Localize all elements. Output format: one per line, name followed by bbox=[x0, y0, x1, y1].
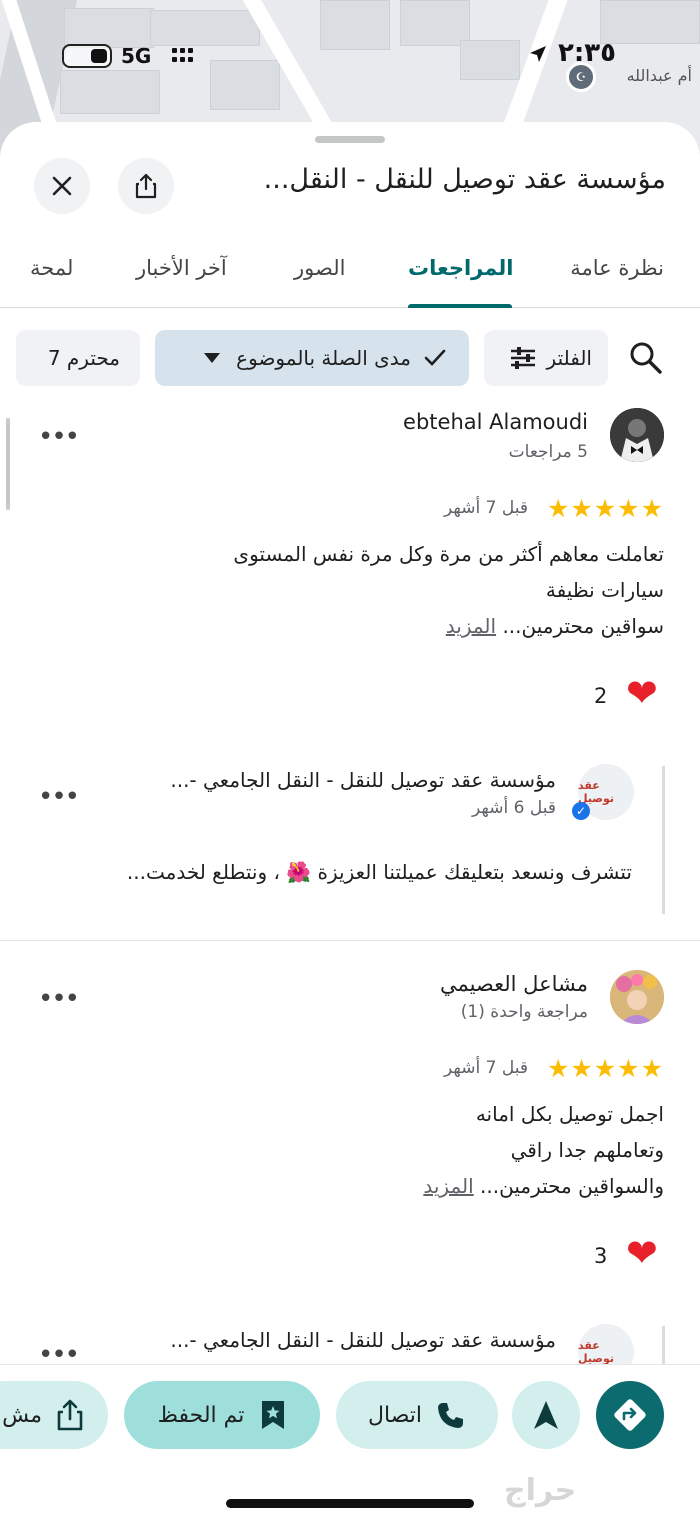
owner-name: مؤسسة عقد توصيل للنقل - النقل الجامعي -.… bbox=[170, 768, 556, 792]
review-text-line: وتعاملهم جدا راقي bbox=[510, 1138, 664, 1162]
review-text-line: سواقين محترمين... bbox=[502, 614, 664, 638]
tune-icon bbox=[510, 347, 535, 369]
owner-reply-text: تتشرف ونسعد بتعليقك عميلتنا العزيزة 🌺 ، … bbox=[126, 860, 632, 884]
topic-chip[interactable]: محترم 7 bbox=[16, 330, 140, 386]
scrollbar[interactable] bbox=[6, 418, 10, 510]
heart-like-icon[interactable]: ❤ bbox=[626, 674, 658, 712]
reviewer-avatar[interactable] bbox=[610, 970, 664, 1024]
filter-chip[interactable]: الفلتر bbox=[484, 330, 608, 386]
review-text-line: اجمل توصيل بكل امانه bbox=[475, 1102, 664, 1126]
read-more-link[interactable]: المزيد bbox=[446, 614, 496, 638]
reviewer-review-count: 5 مراجعات bbox=[508, 442, 588, 462]
action-bar: اتصال تم الحفظ مش حراج bbox=[0, 1364, 700, 1522]
review-more-options-button[interactable]: ••• bbox=[38, 422, 80, 452]
call-label: اتصال bbox=[368, 1402, 423, 1428]
reviewer-name[interactable]: ebtehal Alamoudi bbox=[403, 410, 588, 434]
review-text-line: تعاملت معاهم أكثر من مرة وكل مرة نفس الم… bbox=[233, 542, 664, 566]
heart-like-icon[interactable]: ❤ bbox=[626, 1234, 658, 1272]
network-type: 5G bbox=[121, 44, 152, 68]
close-button[interactable] bbox=[34, 158, 90, 214]
like-count: 2 bbox=[594, 684, 608, 708]
directions-button[interactable] bbox=[596, 1381, 664, 1449]
tab-updates[interactable]: آخر الأخبار bbox=[136, 256, 227, 280]
tab-about[interactable]: لمحة bbox=[30, 256, 73, 280]
place-title: مؤسسة عقد توصيل للنقل - النقل... bbox=[263, 164, 666, 195]
location-arrow-icon bbox=[528, 44, 548, 68]
share-icon bbox=[57, 1399, 83, 1431]
review-time: قبل 7 أشهر bbox=[444, 498, 528, 518]
tab-photos[interactable]: الصور bbox=[294, 256, 345, 280]
sort-chip[interactable]: مدى الصلة بالموضوع bbox=[155, 330, 469, 386]
review-text-line: سيارات نظيفة bbox=[545, 578, 664, 602]
verified-badge-icon: ✓ bbox=[572, 802, 590, 820]
share-button[interactable] bbox=[118, 158, 174, 214]
review-divider bbox=[0, 940, 700, 941]
reviewer-review-count: مراجعة واحدة (1) bbox=[460, 1002, 588, 1022]
dropdown-arrow-icon bbox=[204, 353, 221, 363]
start-navigation-button[interactable] bbox=[512, 1381, 580, 1449]
sort-chip-label: مدى الصلة بالموضوع bbox=[236, 346, 411, 370]
call-button[interactable]: اتصال bbox=[336, 1381, 498, 1449]
share-place-button[interactable]: مش bbox=[0, 1381, 108, 1449]
review-text-line-more: والسواقين محترمين... المزيد bbox=[423, 1174, 664, 1198]
review-text-line-more: سواقين محترمين... المزيد bbox=[446, 614, 664, 638]
owner-reply-time: قبل 6 أشهر bbox=[472, 798, 556, 818]
reviewer-avatar[interactable] bbox=[610, 408, 664, 462]
owner-reply-bar bbox=[662, 1326, 665, 1366]
star-rating: ★★★★★ bbox=[546, 494, 664, 523]
tab-reviews[interactable]: المراجعات bbox=[408, 256, 513, 280]
review-time: قبل 7 أشهر bbox=[444, 1058, 528, 1078]
search-reviews-button[interactable] bbox=[628, 340, 664, 380]
bookmark-star-icon bbox=[262, 1401, 285, 1429]
active-tab-indicator bbox=[408, 304, 512, 308]
owner-reply-bar bbox=[662, 766, 665, 914]
phone-icon bbox=[438, 1403, 464, 1428]
saved-label: تم الحفظ bbox=[157, 1402, 245, 1428]
filter-chip-label: الفلتر bbox=[546, 346, 592, 370]
owner-name: مؤسسة عقد توصيل للنقل - النقل الجامعي -.… bbox=[170, 1328, 556, 1352]
tab-bar: نظرة عامة المراجعات الصور آخر الأخبار لم… bbox=[0, 248, 700, 308]
signal-icon bbox=[172, 48, 200, 66]
place-sheet: مؤسسة عقد توصيل للنقل - النقل... نظرة عا… bbox=[0, 122, 700, 1522]
share-icon bbox=[135, 173, 157, 199]
review-more-options-button[interactable]: ••• bbox=[38, 984, 80, 1014]
sheet-drag-handle[interactable] bbox=[315, 136, 385, 143]
home-indicator[interactable] bbox=[226, 1499, 474, 1508]
navigation-arrow-icon bbox=[534, 1401, 558, 1429]
check-icon bbox=[424, 349, 446, 366]
saved-button[interactable]: تم الحفظ bbox=[124, 1381, 320, 1449]
clock: ٢:٣٥ bbox=[557, 38, 616, 68]
owner-reply-more-button[interactable]: ••• bbox=[38, 782, 80, 812]
star-rating: ★★★★★ bbox=[546, 1054, 664, 1083]
review-text-line: والسواقين محترمين... bbox=[480, 1174, 664, 1198]
battery-icon bbox=[62, 44, 112, 68]
read-more-link[interactable]: المزيد bbox=[423, 1174, 473, 1198]
directions-icon bbox=[614, 1399, 646, 1431]
like-count: 3 bbox=[594, 1244, 608, 1268]
status-bar: 5G ٢:٣٥ bbox=[0, 38, 700, 78]
search-icon bbox=[630, 342, 662, 374]
tab-overview[interactable]: نظرة عامة bbox=[570, 256, 664, 280]
close-icon bbox=[52, 176, 72, 196]
reviewer-name[interactable]: مشاعل العصيمي bbox=[440, 972, 588, 996]
share-label: مش bbox=[2, 1402, 42, 1428]
watermark-logo: حراج bbox=[504, 1473, 577, 1508]
